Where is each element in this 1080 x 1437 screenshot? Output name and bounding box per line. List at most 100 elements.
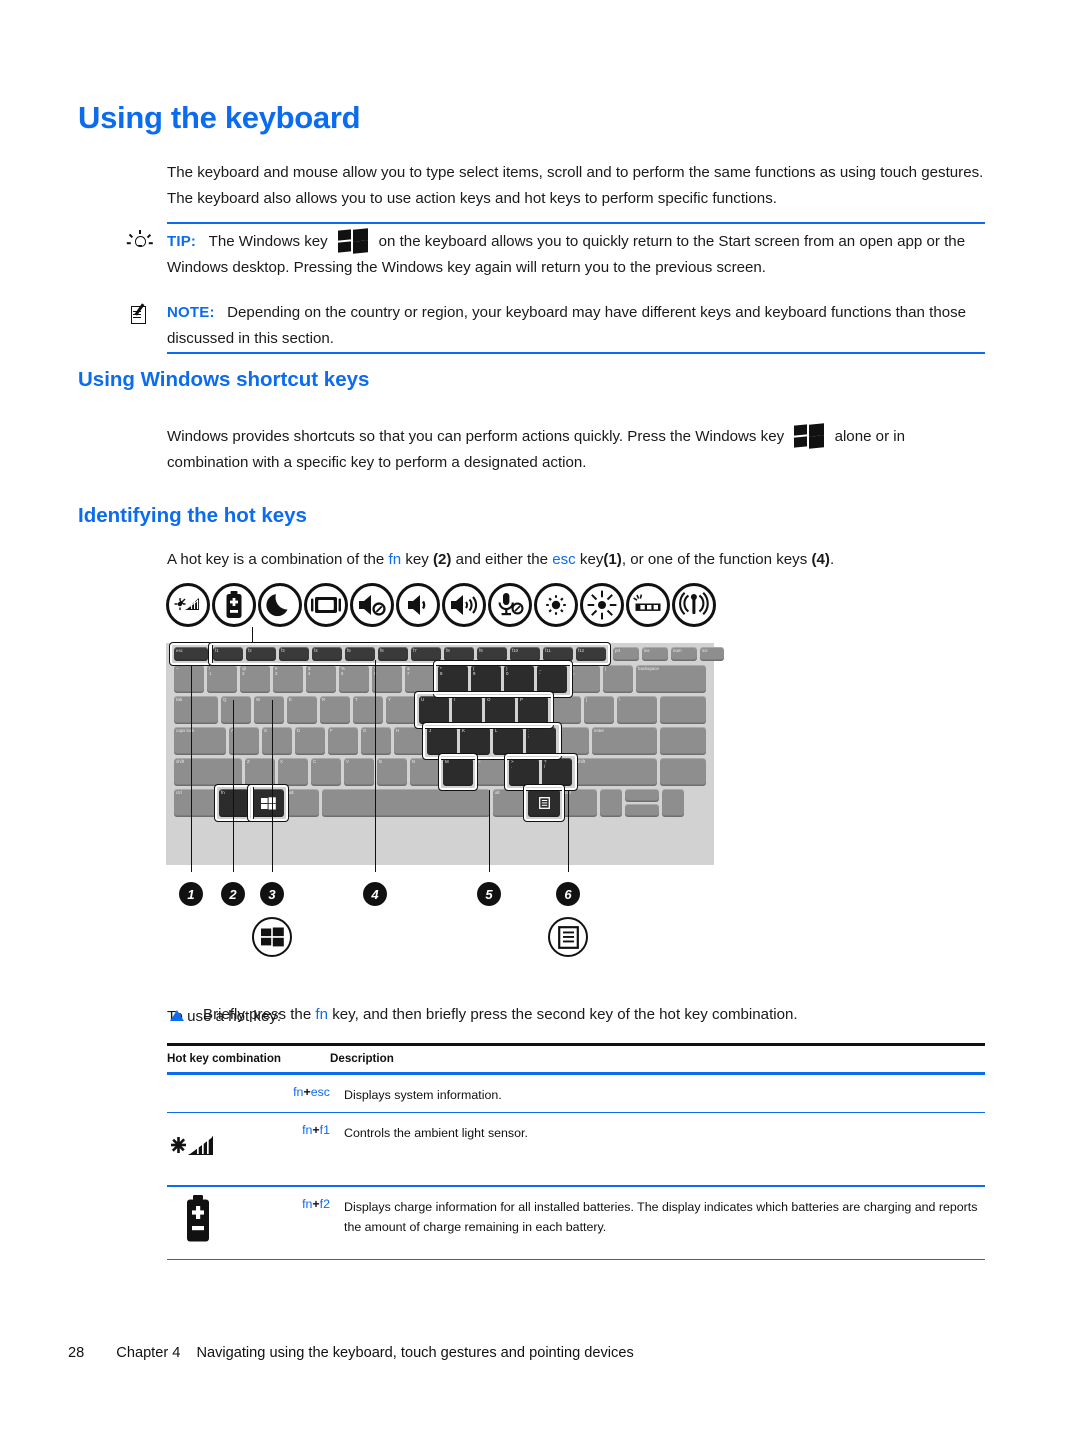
footer-chapter: Chapter 4: [116, 1345, 181, 1361]
key-v: V: [344, 758, 374, 786]
key-m: M: [443, 758, 473, 786]
bullet-text-post: key, and then briefly press the second k…: [332, 1006, 798, 1023]
key-x: X: [278, 758, 308, 786]
key-prtsc: prt: [613, 647, 639, 661]
key-p: P: [518, 696, 548, 724]
key-f: F: [328, 727, 358, 755]
key-home: [660, 696, 706, 724]
key-e: E: [287, 696, 317, 724]
table-header-row: Hot key combination Description: [167, 1046, 985, 1072]
key-semicolon: :;: [526, 727, 556, 755]
table-row: fn+f1 Controls the ambient light sensor.: [167, 1113, 985, 1185]
key-capslock: caps lock: [174, 727, 226, 755]
key-backslash: \: [617, 696, 657, 724]
lightbulb-icon: [126, 230, 158, 256]
leader-line-4: [375, 660, 377, 872]
hotkey-def-part6: .: [829, 551, 835, 568]
fn-key-reference: fn: [388, 551, 402, 568]
callout-6: 6: [556, 882, 580, 906]
key-1: ! 1: [207, 665, 237, 693]
key-esc: esc: [174, 647, 208, 661]
key-ctrl-left: ctrl: [174, 789, 216, 817]
table-rule-3: [167, 1258, 985, 1261]
key-f9: f9: [477, 647, 507, 661]
volume-down-icon: [396, 583, 440, 627]
leader-line-6: [568, 790, 570, 872]
combo-key: f2: [319, 1196, 330, 1211]
hotkey-def-part1: A hot key is a combination of the: [167, 551, 385, 568]
key-f5: f5: [345, 647, 375, 661]
hotkey-def-part2: key: [405, 551, 429, 568]
row-description: Displays charge information for all inst…: [344, 1199, 978, 1234]
callout-1: 1: [179, 882, 203, 906]
callout-3: 3: [260, 882, 284, 906]
key-equals: + =: [570, 665, 600, 693]
leader-line-3: [272, 700, 274, 872]
tip-callout: TIP: The Windows key on the keyboard all…: [126, 227, 988, 281]
note-label: NOTE:: [167, 304, 215, 321]
wireless-icon: [672, 583, 716, 627]
keyboard-diagram: esc f1 f2 f3 f4 f5 f6 f7 f8 f9 f10 f11 f…: [166, 642, 724, 865]
table-row: fn+f2 Displays charge information for al…: [167, 1187, 985, 1259]
callout-5: 5: [477, 882, 501, 906]
section-heading-identifying-hotkeys: Identifying the hot keys: [78, 504, 307, 527]
application-menu-icon: [548, 917, 588, 957]
page-title: Using the keyboard: [78, 100, 361, 135]
table-header-description: Description: [330, 1051, 394, 1065]
bullet-text-pre: Briefly press the: [203, 1006, 312, 1023]
combo-key: f1: [319, 1123, 330, 1138]
table-row: fn+esc Displays system information.: [167, 1075, 985, 1112]
key-backspace: backspace: [636, 665, 706, 693]
callout-2: 2: [221, 882, 245, 906]
key-enter: enter: [592, 727, 657, 755]
key-alt-right: alt: [493, 789, 525, 817]
display-switch-icon: [304, 583, 348, 627]
windows-logo-icon: [794, 422, 825, 449]
hotkey-definition-paragraph: A hot key is a combination of the fn key…: [167, 547, 997, 573]
note-rule-bottom: [167, 352, 985, 354]
key-minus: _ -: [537, 665, 567, 693]
key-h: H: [394, 727, 424, 755]
key-pgup: [660, 727, 706, 755]
key-alt-left: alt: [287, 789, 319, 817]
intro-paragraph: The keyboard and mouse allow you to type…: [167, 164, 984, 207]
callout-ref-2: (2): [433, 551, 452, 568]
ambient-light-sensor-icon: [166, 583, 210, 627]
key-r: R: [320, 696, 350, 724]
hotkey-table: Hot key combination Description fn+esc D…: [167, 1043, 985, 1261]
leader-line-2: [233, 700, 235, 872]
note-text: Depending on the country or region, your…: [167, 304, 967, 347]
key-period: >.: [509, 758, 539, 786]
windows-logo-icon: [338, 227, 369, 254]
key-f7: f7: [411, 647, 441, 661]
keyboard-backlight-icon: [626, 583, 670, 627]
tip-label: TIP:: [167, 233, 197, 250]
key-shift-right: shift: [575, 758, 657, 786]
key-f6: f6: [378, 647, 408, 661]
ambient-light-sensor-icon: [169, 1131, 215, 1166]
section-heading-windows-shortcut: Using Windows shortcut keys: [78, 368, 370, 391]
key-rbracket: ]: [584, 696, 614, 724]
key-f3: f3: [279, 647, 309, 661]
key-j: J: [427, 727, 457, 755]
key-quote: ": [559, 727, 589, 755]
key-bracket-open: {: [603, 665, 633, 693]
key-7: & 7: [405, 665, 435, 693]
key-5: % 5: [339, 665, 369, 693]
windows-shortcut-text-before: Windows provides shortcuts so that you c…: [167, 428, 785, 445]
page-footer: 28 Chapter 4 Navigating using the keyboa…: [68, 1345, 634, 1361]
key-backtick: ~: [174, 665, 204, 693]
key-f1: f1: [213, 647, 243, 661]
key-comma: <,: [476, 758, 506, 786]
key-0: ) 0: [504, 665, 534, 693]
key-d: D: [295, 727, 325, 755]
key-lbracket: [: [551, 696, 581, 724]
mic-mute-icon: [488, 583, 532, 627]
notepad-icon: [128, 302, 158, 328]
tip-rule-top: [167, 222, 985, 224]
key-f8: f8: [444, 647, 474, 661]
callout-ref-1: (1): [603, 551, 622, 568]
row-hotkey-combo: fn+esc: [242, 1075, 330, 1099]
tip-text-before: The Windows key: [208, 233, 328, 250]
key-numlk: num: [671, 647, 697, 661]
